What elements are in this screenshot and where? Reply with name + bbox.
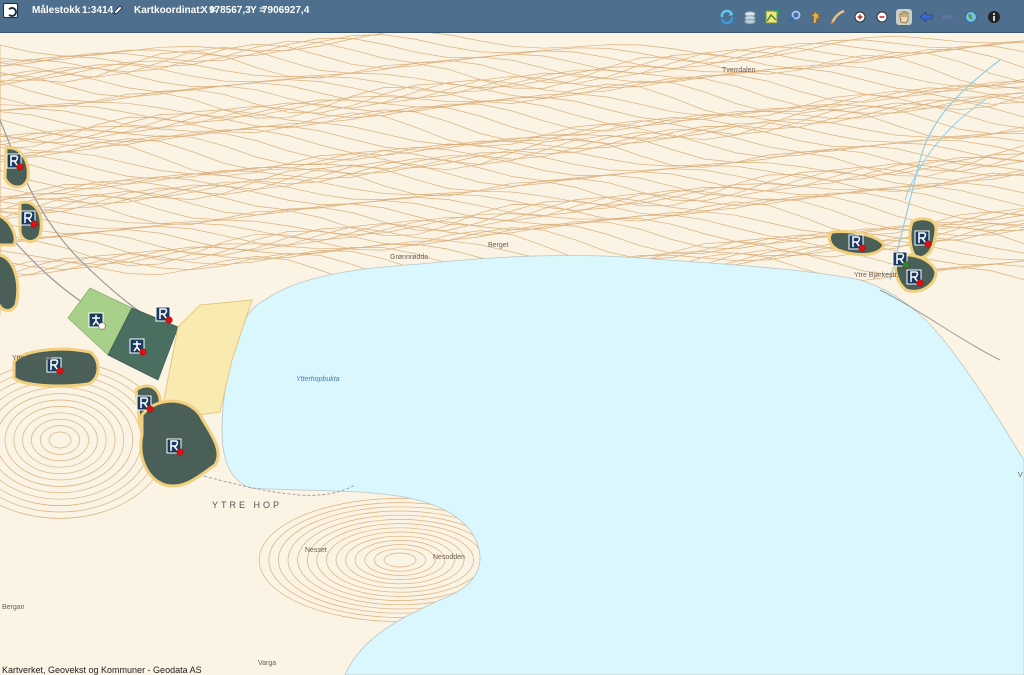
poi-dot (916, 279, 924, 287)
info-icon[interactable] (986, 9, 1002, 25)
place-label-v-edge: V (1018, 472, 1023, 479)
poi-marker-r[interactable] (6, 153, 24, 171)
poi-marker-r[interactable] (166, 438, 184, 456)
poi-marker-r[interactable] (848, 234, 866, 252)
toolbar: Målestokk 1:3414 Kartkoordinat: X = 9785… (0, 0, 1024, 33)
scale-value: 1:3414 (82, 5, 114, 16)
coordinate-x-value: 978567,3 (209, 5, 251, 16)
poi-dot (98, 322, 106, 330)
poi-marker-r[interactable] (155, 306, 173, 324)
back-icon[interactable] (918, 9, 934, 25)
pencil-icon[interactable] (112, 3, 124, 15)
place-label-bergan: Bergan (2, 604, 25, 611)
poi-dot (139, 348, 147, 356)
poi-marker-r[interactable] (892, 251, 910, 269)
map-svg: Tverrdalen Berget Grønnrødda Ytre Bjørke… (0, 33, 1024, 675)
poi-dot (146, 405, 154, 413)
coordinate-label: Kartkoordinat: (134, 5, 203, 16)
place-label-nesodden: Nesodden (433, 554, 465, 561)
map-export-icon[interactable] (764, 9, 780, 25)
poi-dot (30, 220, 38, 228)
place-label-ytterhopbukta: Ytterhopbukta (296, 376, 340, 383)
place-label-nesset: Nesset (305, 547, 327, 554)
forward-icon[interactable] (940, 9, 956, 25)
scale-label: Målestokk (32, 5, 81, 16)
pan-icon[interactable] (896, 9, 912, 25)
poi-dot (16, 163, 24, 171)
coordinate-y-value: 7906927,4 (262, 5, 310, 16)
zoom-out-icon[interactable] (874, 9, 890, 25)
poi-dot (165, 316, 173, 324)
poi-marker-walk[interactable] (129, 338, 147, 356)
refresh-icon[interactable] (719, 9, 735, 25)
place-label-ytterhopheia: Ytterhopheia (12, 355, 52, 362)
place-label-tverrdalen: Tverrdalen (722, 67, 756, 74)
place-label-berget: Berget (488, 242, 509, 249)
poi-marker-r[interactable] (914, 230, 932, 248)
search-icon[interactable] (786, 9, 802, 25)
poi-marker-r[interactable] (136, 395, 154, 413)
place-label-ytre-bjorkestr: Ytre Bjørkestr. (854, 272, 898, 279)
map-canvas[interactable]: Tverrdalen Berget Grønnrødda Ytre Bjørke… (0, 33, 1024, 675)
app-logo-icon[interactable] (3, 3, 18, 18)
poi-marker-walk[interactable] (88, 312, 106, 330)
place-label-gronnrodda: Grønnrødda (390, 254, 428, 261)
poi-dot (56, 367, 64, 375)
globe-icon[interactable] (963, 9, 979, 25)
map-attribution: Kartverket, Geovekst og Kommuner - Geoda… (2, 665, 202, 675)
identify-icon[interactable] (808, 9, 824, 25)
measure-icon[interactable] (830, 9, 846, 25)
zoom-in-icon[interactable] (852, 9, 868, 25)
poi-dot (858, 244, 866, 252)
place-label-ytre-hop: YTRE HOP (212, 500, 282, 510)
poi-marker-r[interactable] (906, 269, 924, 287)
poi-dot (924, 240, 932, 248)
layers-icon[interactable] (742, 9, 758, 25)
poi-dot (176, 448, 184, 456)
poi-dot (902, 261, 910, 269)
place-label-varga: Varga (258, 660, 276, 667)
poi-marker-r[interactable] (20, 210, 38, 228)
